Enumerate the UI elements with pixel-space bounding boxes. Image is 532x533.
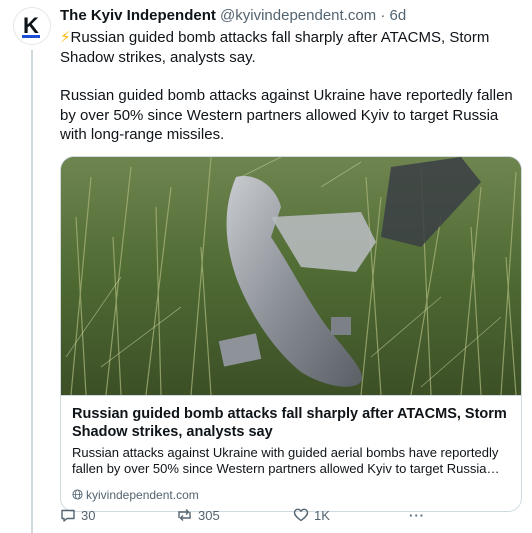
repost-icon <box>178 509 191 521</box>
reply-button[interactable]: 30 <box>60 505 95 525</box>
kyiv-independent-logo-icon: K <box>22 13 40 38</box>
lightning-icon: ⚡ <box>60 29 71 46</box>
post-body: Russian guided bomb attacks against Ukra… <box>60 87 513 143</box>
link-card[interactable]: Russian guided bomb attacks fall sharply… <box>60 155 522 512</box>
repost-button[interactable]: 305 <box>176 505 220 525</box>
globe-icon <box>72 489 83 500</box>
thread-line <box>31 50 33 533</box>
post-headline: Russian guided bomb attacks fall sharply… <box>60 29 490 66</box>
svg-text:K: K <box>23 13 39 38</box>
post-time[interactable]: 6d <box>390 7 407 24</box>
avatar[interactable]: K <box>13 7 51 45</box>
link-card-domain-row: kyivindependent.com <box>72 488 510 502</box>
like-button[interactable]: 1K <box>293 505 330 525</box>
more-options-button[interactable]: ··· <box>409 505 425 525</box>
post-content: The Kyiv Independent @kyivindependent.co… <box>60 6 524 512</box>
link-card-description: Russian attacks against Ukraine with gui… <box>72 444 499 477</box>
link-card-domain[interactable]: kyivindependent.com <box>86 488 199 502</box>
more-options-icon: ··· <box>409 507 425 523</box>
author-name[interactable]: The Kyiv Independent <box>60 7 216 24</box>
post-headline-paragraph: ⚡Russian guided bomb attacks fall sharpl… <box>60 28 524 67</box>
reply-count: 30 <box>81 507 96 523</box>
post-actions: 30 305 1K ··· <box>60 505 440 525</box>
link-card-body: Russian guided bomb attacks fall sharply… <box>61 394 521 511</box>
reply-icon <box>61 509 75 522</box>
like-count: 1K <box>314 507 330 523</box>
link-card-title[interactable]: Russian guided bomb attacks fall sharply… <box>72 405 510 441</box>
bomb-debris-in-grass-photo-icon <box>61 156 521 395</box>
repost-count: 305 <box>198 507 220 523</box>
heart-icon <box>293 508 309 522</box>
author-handle[interactable]: @kyivindependent.com <box>220 7 376 24</box>
post-text: ⚡Russian guided bomb attacks fall sharpl… <box>60 28 524 145</box>
post-header: The Kyiv Independent @kyivindependent.co… <box>60 6 524 26</box>
header-separator: · <box>380 7 386 24</box>
